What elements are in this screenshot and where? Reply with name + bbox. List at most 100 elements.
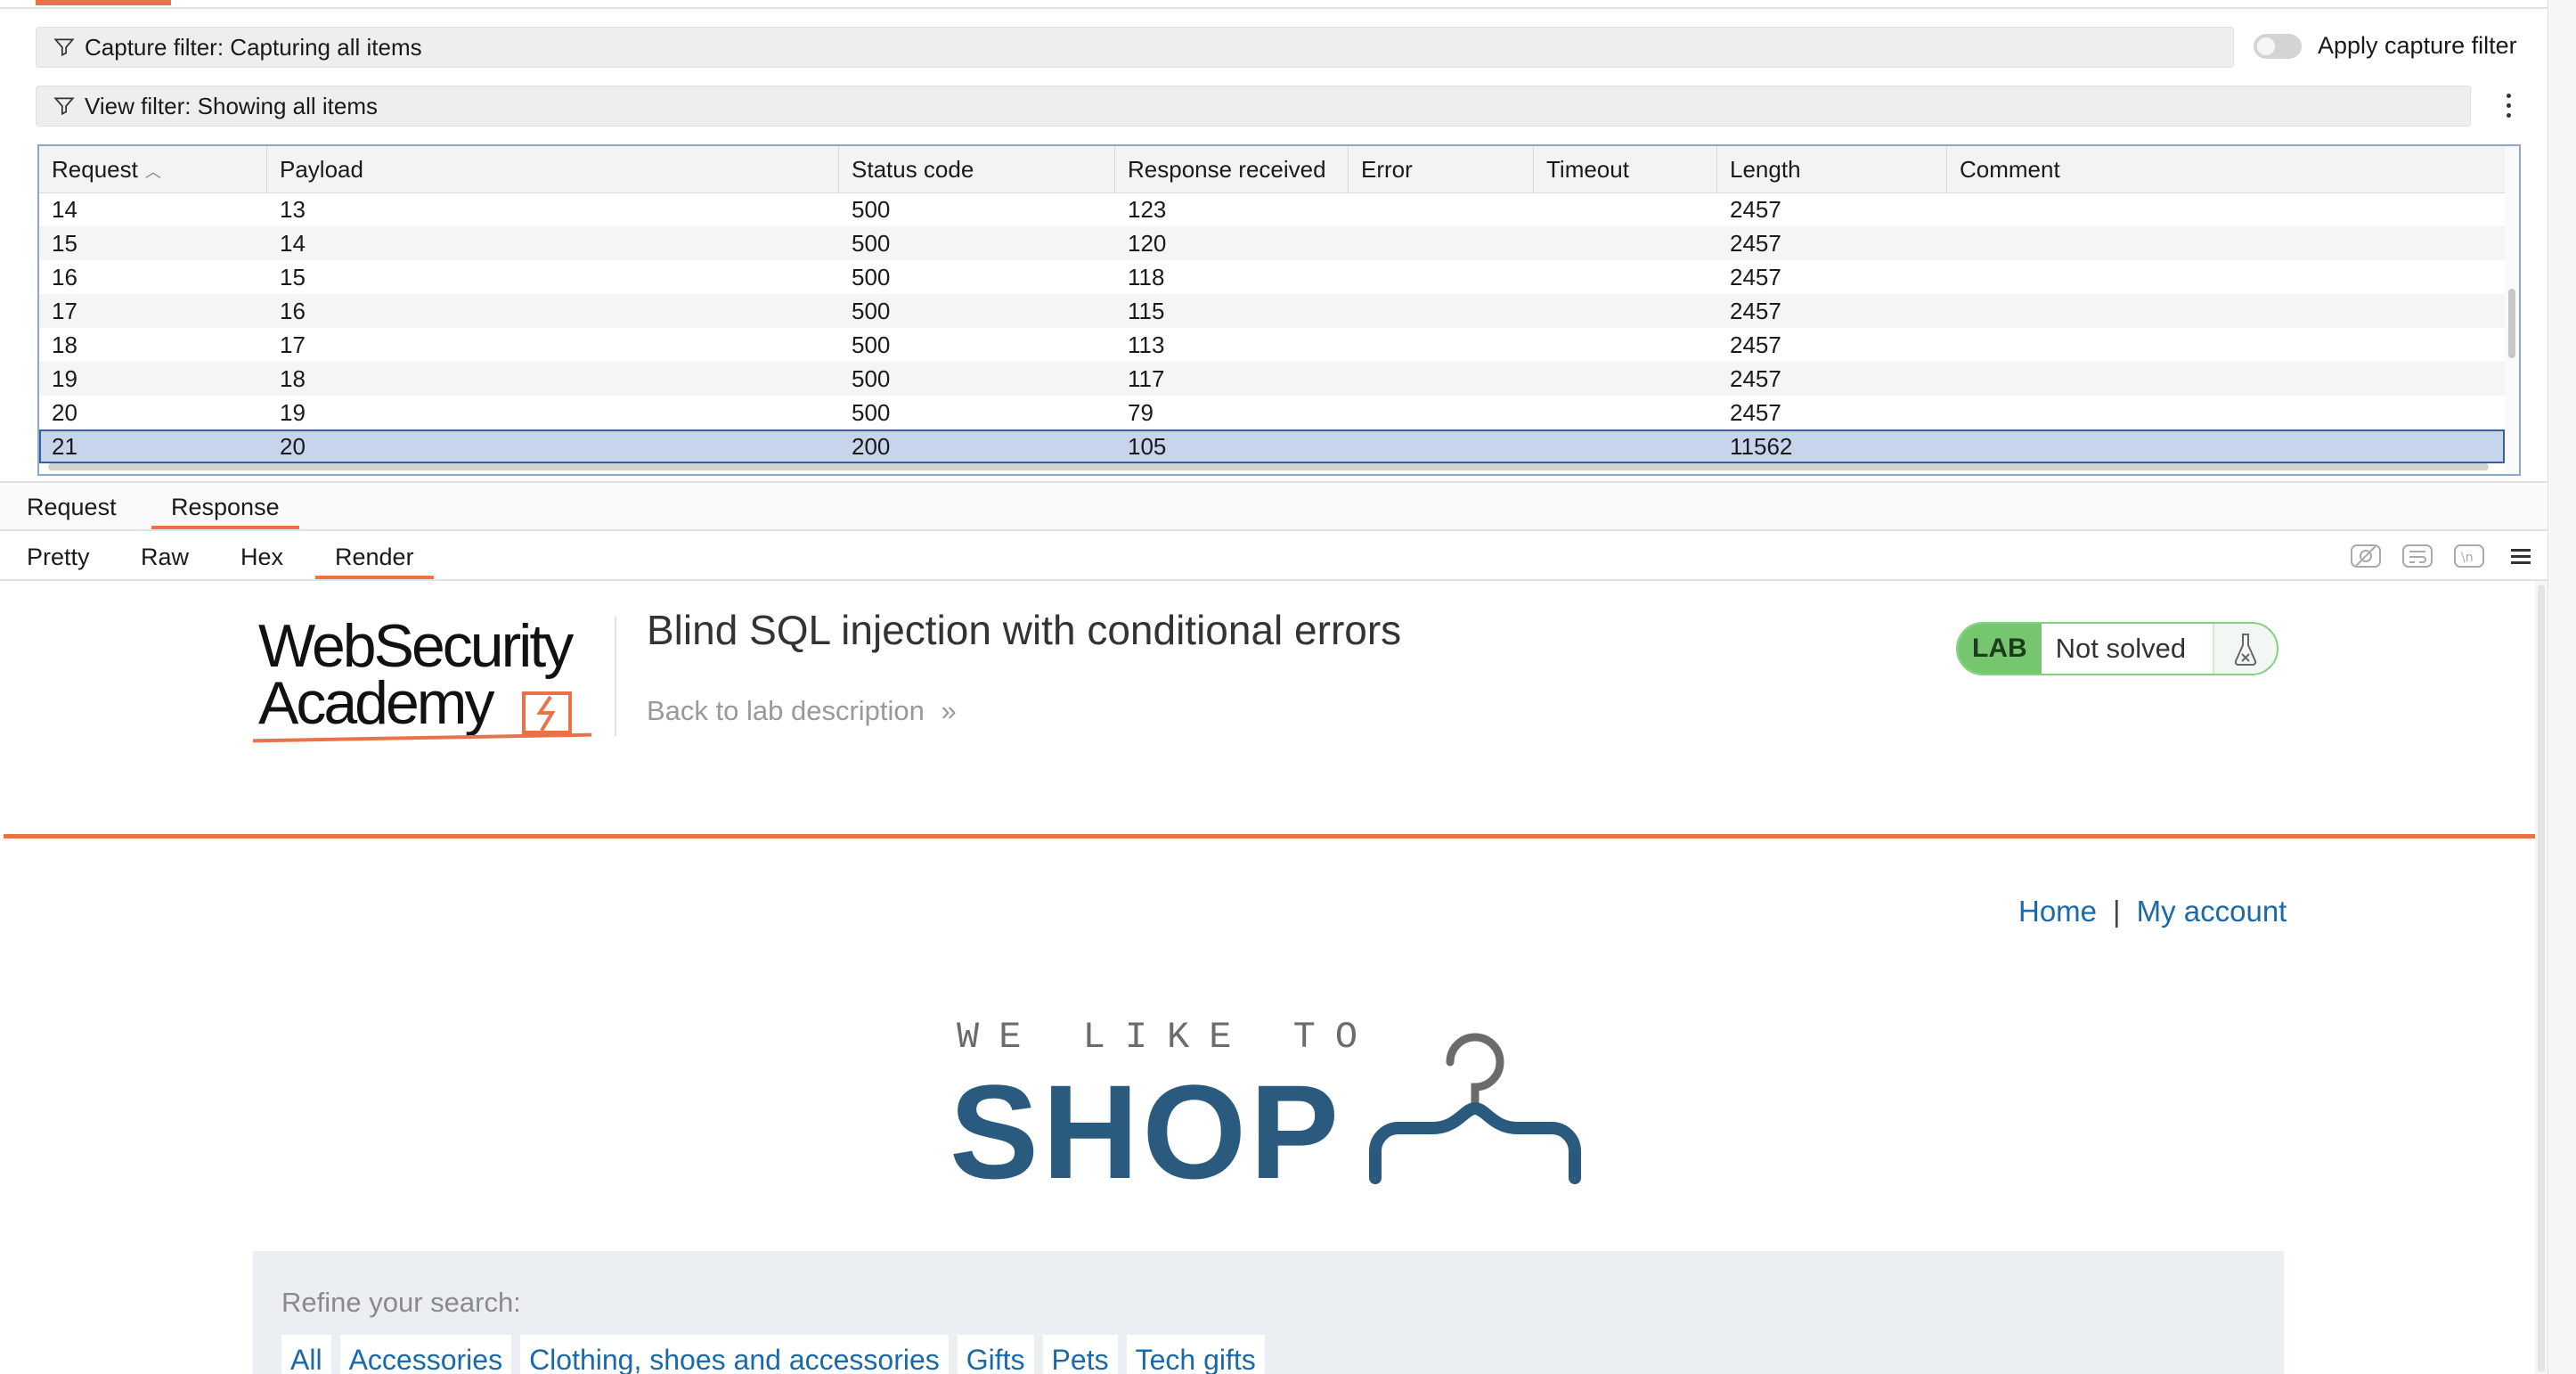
column-header-timeout[interactable]: Timeout xyxy=(1534,146,1717,192)
cell-error xyxy=(1349,362,1361,396)
category-all[interactable]: All xyxy=(281,1335,331,1374)
active-tab-indicator xyxy=(36,0,171,5)
cell-length: 2457 xyxy=(1730,399,1781,426)
cell-payload: 18 xyxy=(280,365,306,392)
cell-length: 2457 xyxy=(1730,264,1781,290)
tab-pretty[interactable]: Pretty xyxy=(27,535,90,579)
cell-status-code: 500 xyxy=(852,298,891,324)
column-header-response-received[interactable]: Response received xyxy=(1115,146,1349,192)
cell-length: 2457 xyxy=(1730,196,1781,223)
cell-status-code: 500 xyxy=(852,230,891,257)
cell-status-code: 500 xyxy=(852,399,891,426)
table-row[interactable]: 17 16 500 115 2457 xyxy=(39,294,2505,328)
column-header-length[interactable]: Length xyxy=(1717,146,1947,192)
home-link[interactable]: Home xyxy=(2018,895,2097,928)
my-account-link[interactable]: My account xyxy=(2137,895,2287,928)
cell-length: 11562 xyxy=(1730,433,1793,460)
category-tech-gifts[interactable]: Tech gifts xyxy=(1126,1335,1265,1374)
cell-response-received: 113 xyxy=(1128,331,1165,358)
category-filters: All Accessories Clothing, shoes and acce… xyxy=(281,1335,1265,1374)
cell-status-code: 500 xyxy=(852,331,891,358)
table-row[interactable]: 20 19 500 79 2457 xyxy=(39,396,2505,429)
category-gifts[interactable]: Gifts xyxy=(957,1335,1034,1374)
cell-timeout xyxy=(1534,328,1546,362)
tab-response[interactable]: Response xyxy=(151,485,299,529)
show-newlines-icon[interactable]: \n xyxy=(2451,538,2487,574)
cell-comment xyxy=(1947,328,1960,362)
table-horizontal-scrollbar[interactable] xyxy=(39,460,2505,474)
column-header-comment[interactable]: Comment xyxy=(1947,146,2505,192)
column-header-status-code[interactable]: Status code xyxy=(839,146,1115,192)
cell-payload: 20 xyxy=(280,433,306,460)
tab-divider xyxy=(0,529,2547,531)
hide-icon[interactable] xyxy=(2348,538,2384,574)
menu-icon[interactable] xyxy=(2503,538,2539,574)
cell-response-received: 105 xyxy=(1128,433,1167,460)
pane-divider xyxy=(0,481,2547,483)
cell-response-received: 79 xyxy=(1128,399,1153,426)
cell-request: 18 xyxy=(52,331,77,358)
cell-payload: 19 xyxy=(280,399,306,426)
column-header-payload[interactable]: Payload xyxy=(267,146,839,192)
scrollbar-thumb[interactable] xyxy=(2508,289,2515,358)
apply-capture-filter-label: Apply capture filter xyxy=(2318,32,2517,59)
rendered-page: WebSecurity Academy Blind SQL injection … xyxy=(0,581,2535,1374)
table-row[interactable]: 14 13 500 123 2457 xyxy=(39,192,2505,226)
scrollbar-thumb[interactable] xyxy=(48,463,2489,470)
cell-response-received: 123 xyxy=(1128,196,1167,223)
more-options-icon[interactable] xyxy=(2492,87,2524,123)
render-scrollbar[interactable] xyxy=(2535,581,2547,1374)
cell-response-received: 120 xyxy=(1128,230,1167,257)
cell-timeout xyxy=(1534,260,1546,294)
table-row[interactable]: 18 17 500 113 2457 xyxy=(39,328,2505,362)
top-divider xyxy=(0,7,2547,9)
results-table[interactable]: Request ︿ Payload Status code Response re… xyxy=(37,144,2521,476)
table-row[interactable]: 16 15 500 118 2457 xyxy=(39,260,2505,294)
wrap-lines-icon[interactable] xyxy=(2400,538,2435,574)
cell-request: 15 xyxy=(52,230,77,257)
lab-status-widget: LAB Not solved xyxy=(1956,622,2279,675)
cell-error xyxy=(1349,396,1361,429)
cell-payload: 17 xyxy=(280,331,306,358)
svg-text:\n: \n xyxy=(2461,551,2474,565)
cell-timeout xyxy=(1534,294,1546,328)
column-header-request[interactable]: Request ︿ xyxy=(39,146,267,192)
table-row[interactable]: 15 14 500 120 2457 xyxy=(39,226,2505,260)
view-tab-bar: Pretty Raw Hex Render xyxy=(0,535,2547,579)
tab-request[interactable]: Request xyxy=(27,485,117,529)
cell-comment xyxy=(1947,192,1960,226)
cell-request: 14 xyxy=(52,196,77,223)
toggle-knob xyxy=(2257,37,2275,55)
tab-hex[interactable]: Hex xyxy=(240,535,283,579)
cell-payload: 16 xyxy=(280,298,306,324)
capture-filter-bar[interactable]: Capture filter: Capturing all items xyxy=(36,27,2234,68)
category-clothing[interactable]: Clothing, shoes and accessories xyxy=(520,1335,949,1374)
category-pets[interactable]: Pets xyxy=(1042,1335,1118,1374)
table-header: Request ︿ Payload Status code Response re… xyxy=(39,146,2505,193)
column-header-error[interactable]: Error xyxy=(1349,146,1534,192)
cell-comment xyxy=(1947,226,1960,260)
tab-render[interactable]: Render xyxy=(315,535,434,579)
cell-error xyxy=(1349,294,1361,328)
apply-capture-filter-toggle[interactable] xyxy=(2254,34,2302,59)
web-security-academy-logo[interactable]: WebSecurity Academy xyxy=(252,615,618,748)
cell-request: 19 xyxy=(52,365,77,392)
sort-ascending-icon: ︿ xyxy=(144,163,161,181)
cell-payload: 14 xyxy=(280,230,306,257)
table-vertical-scrollbar[interactable] xyxy=(2505,146,2519,474)
table-row[interactable]: 19 18 500 117 2457 xyxy=(39,362,2505,396)
table-row[interactable]: 21 20 200 105 11562 xyxy=(39,429,2505,463)
view-filter-bar[interactable]: View filter: Showing all items xyxy=(36,86,2471,127)
tab-raw[interactable]: Raw xyxy=(141,535,189,579)
view-filter-label: View filter: Showing all items xyxy=(85,92,378,119)
detail-tab-bar: Request Response xyxy=(0,485,2547,529)
cell-payload: 15 xyxy=(280,264,306,290)
cell-comment xyxy=(1947,362,1960,396)
cell-timeout xyxy=(1534,362,1546,396)
cell-timeout xyxy=(1534,192,1546,226)
category-accessories[interactable]: Accessories xyxy=(339,1335,512,1374)
cell-timeout xyxy=(1534,396,1546,429)
back-to-lab-description-link[interactable]: Back to lab description » xyxy=(647,695,957,727)
scrollbar-thumb[interactable] xyxy=(2538,585,2545,1372)
cell-status-code: 500 xyxy=(852,196,891,223)
